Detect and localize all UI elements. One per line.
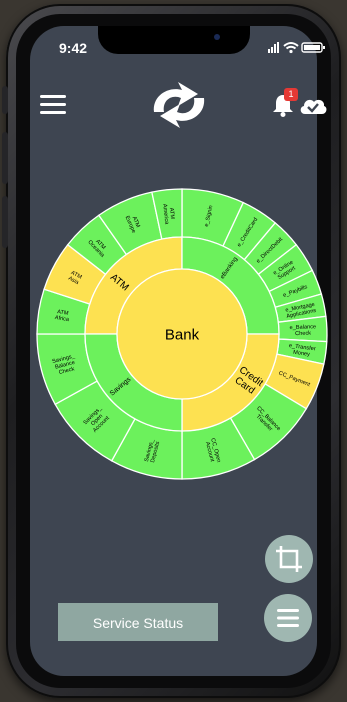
crop-button[interactable] — [265, 535, 313, 583]
sync-logo — [153, 82, 205, 128]
wifi-icon — [283, 42, 299, 54]
notification-badge: 1 — [284, 88, 298, 101]
status-icons — [268, 42, 325, 54]
service-status-button[interactable]: Service Status — [58, 603, 218, 641]
phone-side-button — [2, 86, 8, 114]
status-time: 9:42 — [59, 40, 88, 56]
phone-side-button — [2, 196, 8, 248]
crop-icon — [276, 546, 302, 572]
notch — [98, 26, 250, 54]
battery-icon — [301, 42, 325, 53]
signal-icon — [268, 42, 279, 53]
camera-dot — [214, 34, 220, 40]
menu-icon — [277, 609, 299, 627]
cloud-check-icon[interactable] — [298, 94, 328, 116]
menu-icon[interactable] — [40, 95, 66, 115]
fab-menu-button[interactable] — [264, 594, 312, 642]
phone-side-button — [2, 132, 8, 184]
